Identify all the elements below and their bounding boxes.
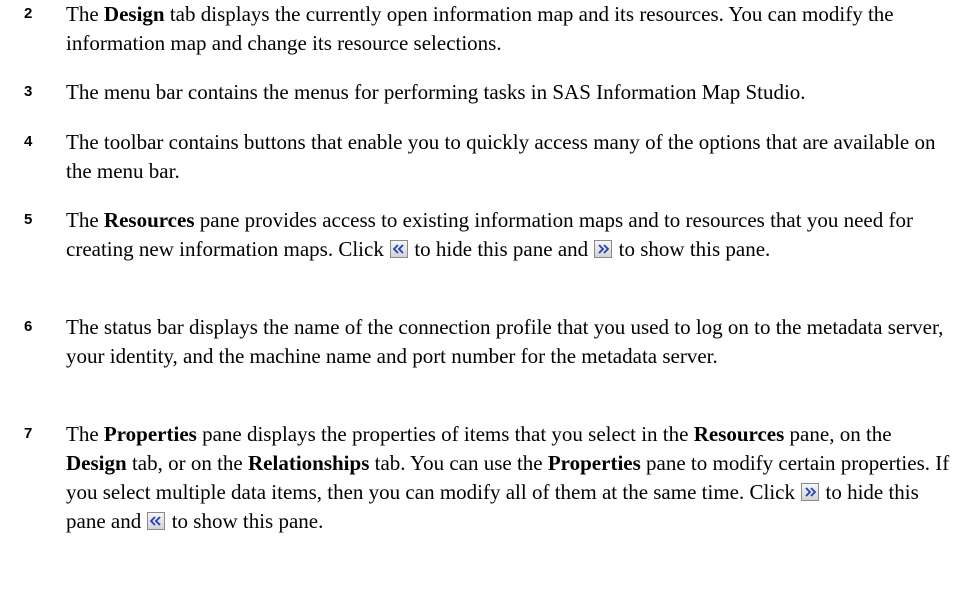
text-run: tab. You can use the [369,451,548,475]
bold-term: Properties [547,451,641,475]
double-chevron-right-icon [594,240,613,258]
bold-term: Design [103,2,165,26]
item-number: 3 [24,83,33,100]
item-text: The Properties pane displays the propert… [66,420,956,536]
text-run: The toolbar contains buttons that enable… [66,130,936,183]
item-number: 4 [24,133,33,150]
text-run: The status bar displays the name of the … [66,315,944,368]
double-chevron-right-icon [801,483,820,501]
text-run: The [66,422,104,446]
text-run: to show this pane. [613,237,771,261]
item-text: The Design tab displays the currently op… [66,0,956,58]
bold-term: Design [66,451,127,475]
text-run: tab, or on the [126,451,248,475]
text-run: to show this pane. [166,509,324,533]
item-number: 2 [24,5,33,22]
item-text: The Resources pane provides access to ex… [66,206,956,264]
bold-term: Resources [103,208,195,232]
document-page: 2 The Design tab displays the currently … [0,0,978,598]
text-run: The menu bar contains the menus for perf… [66,80,806,104]
bold-term: Relationships [248,451,370,475]
double-chevron-left-icon [147,512,166,530]
item-number: 5 [24,211,33,228]
item-number: 6 [24,318,33,335]
item-text: The menu bar contains the menus for perf… [66,78,956,107]
item-text: The status bar displays the name of the … [66,313,956,371]
text-run: The [66,208,104,232]
double-chevron-left-icon [390,240,409,258]
text-run: to hide this pane and [409,237,594,261]
text-run: tab displays the currently open informat… [66,2,894,55]
text-run: pane, on the [784,422,892,446]
item-number: 7 [24,425,33,442]
bold-term: Resources [693,422,785,446]
text-run: pane displays the properties of items th… [196,422,694,446]
bold-term: Properties [103,422,197,446]
item-text: The toolbar contains buttons that enable… [66,128,956,186]
text-run: The [66,2,104,26]
